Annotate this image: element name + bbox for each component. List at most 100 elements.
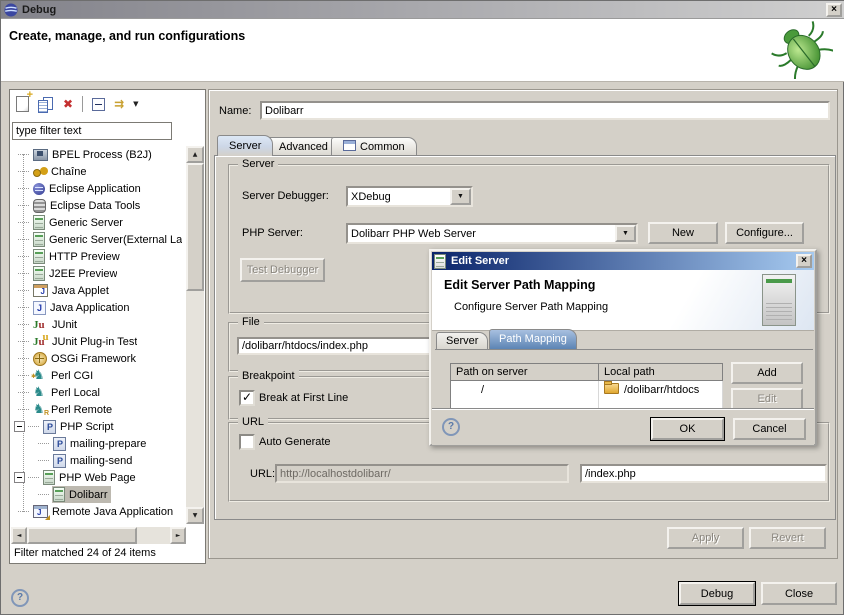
- delete-config-icon[interactable]: [63, 97, 73, 111]
- scroll-right-icon[interactable]: ►: [170, 527, 186, 544]
- folder-icon: [604, 383, 619, 394]
- scrollbar-thumb[interactable]: [186, 163, 204, 291]
- tree-vertical-scrollbar[interactable]: ▲ ▼: [186, 146, 204, 524]
- close-icon[interactable]: ×: [826, 3, 842, 17]
- help-icon[interactable]: [11, 589, 29, 607]
- tab-server[interactable]: Server: [436, 332, 488, 349]
- new-config-icon[interactable]: [16, 96, 29, 112]
- tree-item[interactable]: Generic Server(External La: [11, 231, 185, 248]
- collapse-all-icon[interactable]: [92, 98, 105, 111]
- tree-item[interactable]: OSGi Framework: [11, 350, 185, 367]
- tree-item[interactable]: JUnit Plug-in Test: [11, 333, 185, 350]
- debug-button[interactable]: Debug: [679, 582, 755, 605]
- tree-item[interactable]: Perl Local: [11, 384, 185, 401]
- tree-item[interactable]: HTTP Preview: [11, 248, 185, 265]
- menu-dropdown-icon[interactable]: [133, 99, 138, 109]
- remote-java-icon: [33, 505, 48, 518]
- tree-item[interactable]: Generic Server: [11, 214, 185, 231]
- tab-path-mapping[interactable]: Path Mapping: [489, 329, 577, 349]
- server-debugger-select[interactable]: XDebug: [346, 186, 473, 207]
- tree-item[interactable]: PHP Web Page: [11, 469, 185, 486]
- column-header[interactable]: Path on server: [451, 364, 599, 381]
- tree-item[interactable]: Java Applet: [11, 282, 185, 299]
- tree-connector: [38, 460, 49, 461]
- tree-connector: [18, 409, 29, 410]
- ok-button[interactable]: OK: [651, 418, 724, 440]
- cancel-button[interactable]: Cancel: [733, 418, 806, 440]
- binoculars-icon: [33, 167, 47, 177]
- tree-item[interactable]: J2EE Preview: [11, 265, 185, 282]
- tab-common[interactable]: Common: [331, 137, 417, 156]
- tree-item[interactable]: Perl CGI: [11, 367, 185, 384]
- apply-button[interactable]: Apply: [667, 527, 744, 549]
- duplicate-config-icon[interactable]: [38, 97, 54, 112]
- help-icon[interactable]: [442, 418, 460, 436]
- php-icon: [53, 437, 66, 451]
- auto-generate-checkbox[interactable]: [239, 434, 255, 450]
- close-button[interactable]: Close: [761, 582, 837, 605]
- server-icon: [33, 215, 45, 230]
- revert-button[interactable]: Revert: [749, 527, 826, 549]
- osgi-icon: [33, 352, 47, 366]
- filter-input[interactable]: [12, 122, 172, 140]
- add-mapping-button[interactable]: Add: [731, 362, 803, 384]
- tree-item[interactable]: JUnit: [11, 316, 185, 333]
- tree-item[interactable]: PHP Script: [11, 418, 185, 435]
- configure-server-button[interactable]: Configure...: [725, 222, 804, 244]
- scroll-up-icon[interactable]: ▲: [186, 146, 204, 163]
- close-icon[interactable]: ×: [796, 254, 812, 268]
- window-title: Debug: [22, 4, 826, 16]
- break-first-line-checkbox[interactable]: [239, 390, 255, 406]
- filter-status-text: Filter matched 24 of 24 items: [14, 547, 156, 559]
- tree-item[interactable]: BPEL Process (B2J): [11, 146, 185, 163]
- tree-item[interactable]: mailing-prepare: [11, 435, 185, 452]
- table-row[interactable]: / /dolibarr/htdocs: [451, 381, 723, 399]
- tree-connector: [38, 443, 49, 444]
- server-icon: [53, 487, 65, 502]
- config-name-input[interactable]: [260, 101, 830, 120]
- scroll-down-icon[interactable]: ▼: [186, 507, 204, 524]
- tree-item-selected[interactable]: Dolibarr: [11, 486, 185, 503]
- column-header[interactable]: Local path: [599, 364, 723, 381]
- name-label: Name:: [219, 105, 251, 117]
- tree-item[interactable]: Remote Java Application: [11, 503, 185, 520]
- tree-connector: [18, 307, 29, 308]
- tree-item[interactable]: Eclipse Data Tools: [11, 197, 185, 214]
- collapse-toggle-icon[interactable]: [14, 472, 25, 483]
- server-debugger-label: Server Debugger:: [242, 190, 329, 202]
- tree-connector: [18, 205, 29, 206]
- tree-connector: [18, 239, 29, 240]
- chevron-down-icon[interactable]: [615, 225, 636, 242]
- php-server-select[interactable]: Dolibarr PHP Web Server: [346, 223, 638, 244]
- filter-configs-icon[interactable]: [114, 97, 124, 111]
- tree-item[interactable]: Java Application: [11, 299, 185, 316]
- file-group-legend: File: [238, 316, 264, 329]
- tree-connector: [18, 188, 29, 189]
- tree-connector: [38, 494, 49, 495]
- tree-connector: [18, 154, 29, 155]
- tree-connector: [28, 477, 39, 478]
- edit-mapping-button[interactable]: Edit: [731, 388, 803, 409]
- scrollbar-thumb[interactable]: [27, 527, 137, 544]
- new-server-button[interactable]: New: [648, 222, 718, 244]
- tree-item[interactable]: Perl Remote: [11, 401, 185, 418]
- tab-server[interactable]: Server: [217, 135, 273, 156]
- path-mapping-panel: Path on server Local path / /dolibarr/ht…: [435, 349, 813, 409]
- url-path-input[interactable]: [580, 464, 827, 483]
- dialog-button-bar: OK Cancel: [432, 408, 814, 445]
- tree-item[interactable]: Eclipse Application: [11, 180, 185, 197]
- tree-horizontal-scrollbar[interactable]: ◄ ►: [11, 527, 186, 544]
- tree-connector: [18, 375, 29, 376]
- tree-item[interactable]: mailing-send: [11, 452, 185, 469]
- tab-advanced[interactable]: Advanced: [267, 137, 340, 156]
- perl-cgi-icon: [33, 369, 47, 382]
- test-debugger-button[interactable]: Test Debugger: [240, 258, 325, 282]
- tree-connector: [18, 392, 29, 393]
- collapse-toggle-icon[interactable]: [14, 421, 25, 432]
- tree-item[interactable]: Chaîne: [11, 163, 185, 180]
- edit-server-title: Edit Server: [451, 255, 796, 267]
- scroll-left-icon[interactable]: ◄: [11, 527, 27, 544]
- eclipse-sphere-icon: [33, 183, 45, 195]
- chevron-down-icon[interactable]: [450, 188, 471, 205]
- edit-server-titlebar: Edit Server ×: [432, 252, 814, 270]
